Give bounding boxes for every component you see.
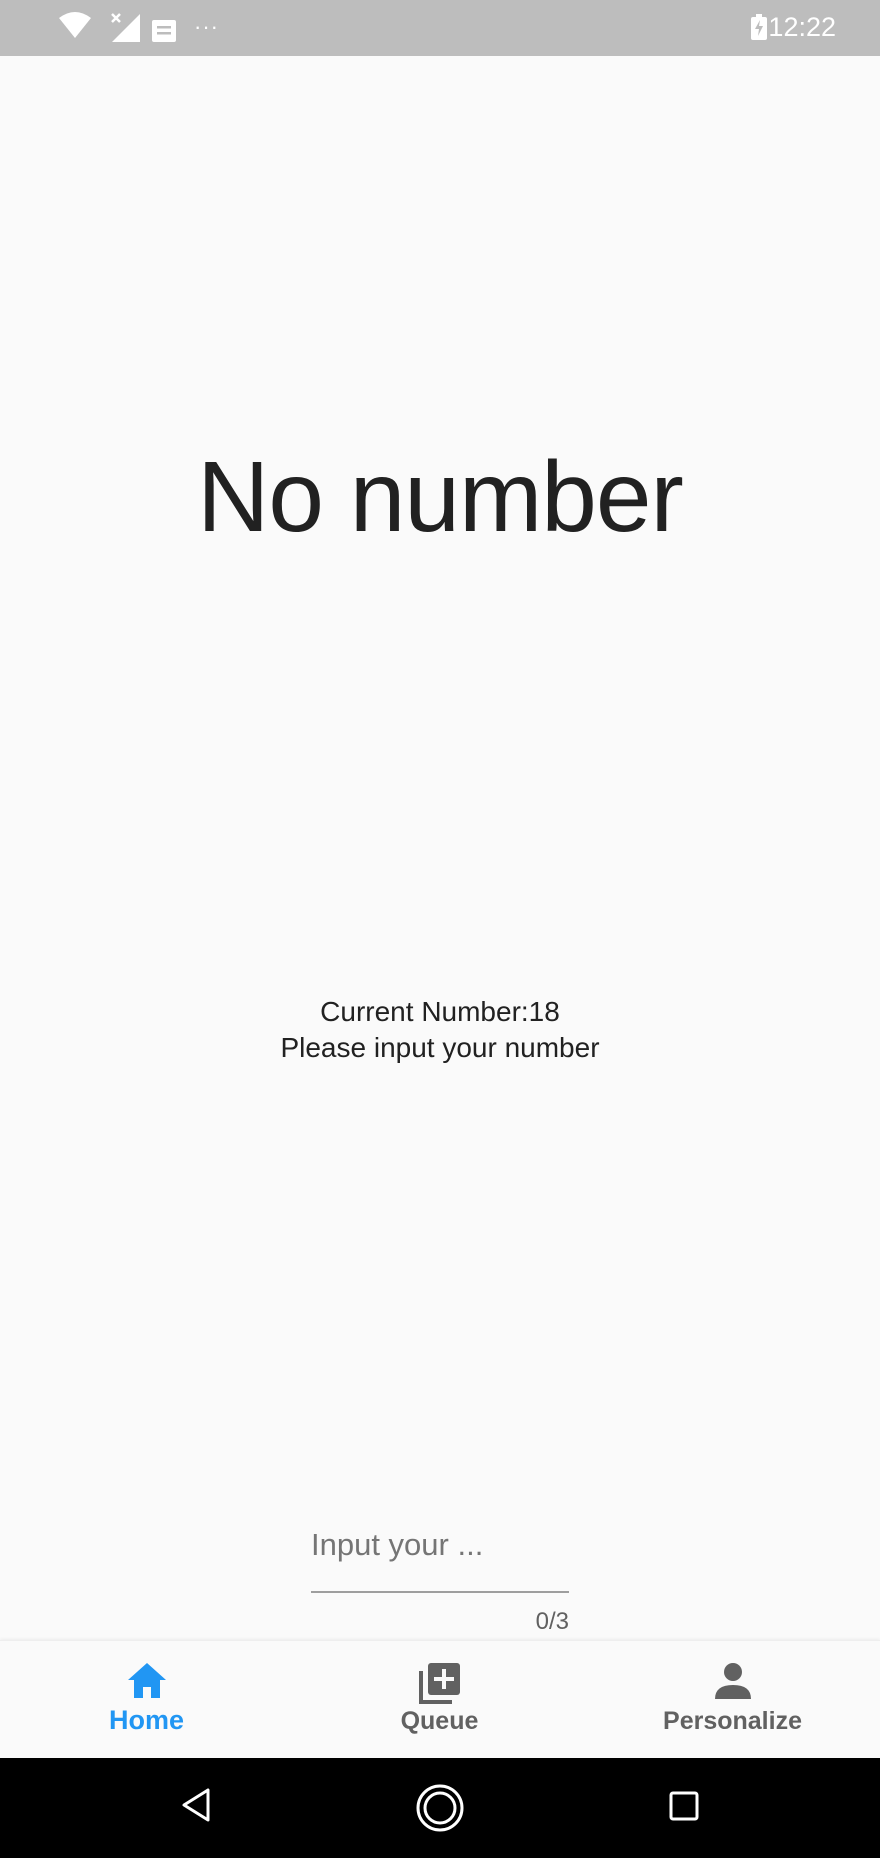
- number-headline: No number: [197, 441, 684, 553]
- back-icon[interactable]: [178, 1786, 214, 1829]
- nav-item-queue[interactable]: Queue: [293, 1641, 586, 1759]
- more-notifications-icon: ···: [194, 14, 219, 39]
- character-counter: 0/3: [535, 1608, 569, 1635]
- status-time: 12:22: [768, 12, 836, 42]
- info-block: Current Number:18 Please input your numb…: [0, 994, 880, 1066]
- status-bar: ··· 12:22: [0, 0, 880, 56]
- nav-label-queue: Queue: [400, 1707, 479, 1735]
- queue-add-icon: [418, 1661, 462, 1710]
- bottom-navigation: Home Queue Personalize: [0, 1640, 880, 1758]
- current-number-text: Current Number:18: [320, 996, 560, 1027]
- nav-item-home[interactable]: Home: [0, 1641, 293, 1759]
- recent-apps-icon[interactable]: [668, 1790, 700, 1827]
- number-input-wrapper: [311, 1515, 569, 1593]
- wifi-icon: [58, 12, 92, 45]
- message-icon: [152, 20, 176, 47]
- app-screen: ··· 12:22 No number Current Number:18 Pl…: [0, 0, 880, 1858]
- instruction-text: Please input your number: [280, 1032, 600, 1063]
- home-icon: [126, 1661, 168, 1706]
- person-icon: [713, 1661, 753, 1706]
- nav-item-personalize[interactable]: Personalize: [586, 1641, 879, 1759]
- system-navigation-bar: [0, 1758, 880, 1858]
- battery-charging-icon: [751, 14, 767, 45]
- system-home-icon[interactable]: [414, 1782, 466, 1839]
- nav-label-personalize: Personalize: [663, 1707, 802, 1735]
- nav-label-home: Home: [108, 1705, 184, 1735]
- number-input[interactable]: [311, 1515, 569, 1593]
- signal-icon: [110, 12, 142, 49]
